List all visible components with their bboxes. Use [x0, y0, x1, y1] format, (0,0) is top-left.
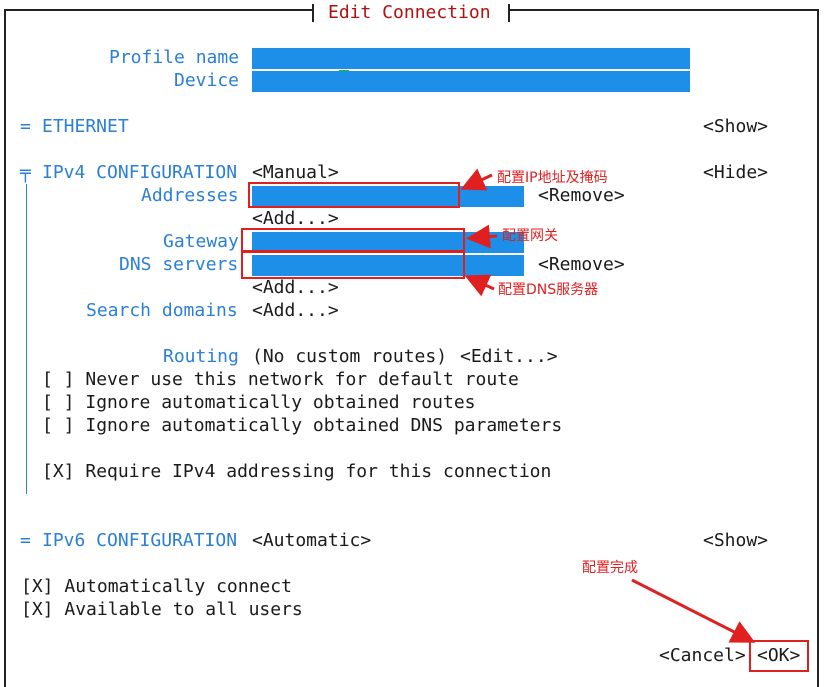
cancel-button[interactable]: <Cancel>	[659, 645, 746, 667]
dns-arrow	[464, 274, 495, 297]
ok-arrow	[631, 578, 756, 643]
option-ignore-dns-state: [ ]	[42, 415, 75, 436]
gateway-label: Gateway	[163, 231, 239, 252]
option-ignore-routes-checkbox[interactable]: [ ] Ignore automatically obtained routes	[42, 392, 476, 414]
all-users-state: [X]	[21, 599, 54, 620]
ipv4-section-label: IPv4 CONFIGURATION	[42, 162, 238, 183]
ipv6-marker: =	[20, 530, 31, 551]
ipv4-marker: ╤	[20, 162, 31, 183]
dns-servers-label: DNS servers	[119, 254, 239, 275]
device-field[interactable]: (enp3s0)	[252, 71, 690, 113]
addresses-label: Addresses	[141, 185, 239, 206]
option-default-route-checkbox[interactable]: [ ] Never use this network for default r…	[42, 369, 519, 391]
option-default-route-text: Never use this network for default route	[85, 369, 519, 390]
device-suffix: (enp3s0)	[470, 92, 558, 113]
device-label: Device	[174, 70, 240, 91]
ethernet-section-label: ETHERNET	[42, 116, 129, 137]
gateway-highlight-box	[241, 228, 465, 252]
title-tick-left	[312, 4, 314, 22]
option-ignore-dns-checkbox[interactable]: [ ] Ignore automatically obtained DNS pa…	[42, 415, 562, 437]
address-add-button[interactable]: <Add...>	[252, 208, 339, 230]
done-annotation: 配置完成	[582, 560, 638, 576]
ip-highlight-box	[248, 182, 460, 208]
profile-name-field[interactable]: enp3s0	[252, 48, 690, 90]
option-ignore-dns-text: Ignore automatically obtained DNS parame…	[85, 415, 563, 436]
address-suffix: /24	[441, 207, 475, 228]
ipv4-hide-button[interactable]: <Hide>	[703, 162, 768, 184]
ipv4-bracket-line	[26, 184, 27, 494]
frame-top-left	[4, 9, 312, 11]
dns-add-button[interactable]: <Add...>	[252, 277, 339, 299]
all-users-text: Available to all users	[64, 599, 303, 620]
search-domains-add-button[interactable]: <Add...>	[252, 300, 339, 322]
gateway-annotation: 配置网关	[502, 228, 558, 244]
frame-right	[817, 9, 819, 687]
frame-left	[4, 9, 6, 687]
dns-annotation: 配置DNS服务器	[498, 282, 599, 298]
routing-label: Routing	[163, 346, 239, 367]
dns-highlight-box	[241, 251, 465, 279]
require-ipv4-state: [X]	[42, 461, 75, 482]
ethernet-marker: =	[20, 116, 31, 137]
search-domains-label: Search domains	[86, 300, 238, 321]
option-ignore-routes-state: [ ]	[42, 392, 75, 413]
auto-connect-text: Automatically connect	[64, 576, 292, 597]
address-remove-button[interactable]: <Remove>	[538, 185, 625, 207]
ipv6-show-button[interactable]: <Show>	[703, 530, 768, 552]
ethernet-show-button[interactable]: <Show>	[703, 116, 768, 138]
require-ipv4-text: Require IPv4 addressing for this connect…	[85, 461, 552, 482]
auto-connect-checkbox[interactable]: [X] Automatically connect	[21, 576, 292, 598]
routing-edit-button[interactable]: <Edit...>	[460, 346, 558, 368]
title-tick-right	[508, 4, 510, 22]
profile-name-label: Profile name	[109, 47, 240, 68]
ipv4-mode-dropdown[interactable]: <Manual>	[252, 162, 339, 184]
ipv6-section-label: IPv6 CONFIGURATION	[42, 530, 238, 551]
window-title: Edit Connection	[328, 2, 491, 23]
device-mac-redacted	[273, 97, 460, 109]
frame-top-right	[510, 9, 819, 11]
option-ignore-routes-text: Ignore automatically obtained routes	[85, 392, 476, 413]
ipv6-mode-dropdown[interactable]: <Automatic>	[252, 530, 371, 552]
ip-annotation: 配置IP地址及掩码	[497, 170, 608, 186]
option-default-route-state: [ ]	[42, 369, 75, 390]
require-ipv4-checkbox[interactable]: [X] Require IPv4 addressing for this con…	[42, 461, 551, 483]
all-users-checkbox[interactable]: [X] Available to all users	[21, 599, 303, 621]
auto-connect-state: [X]	[21, 576, 54, 597]
ok-highlight-box	[749, 640, 809, 672]
routing-value: (No custom routes)	[252, 346, 448, 367]
dns-remove-button[interactable]: <Remove>	[538, 254, 625, 276]
